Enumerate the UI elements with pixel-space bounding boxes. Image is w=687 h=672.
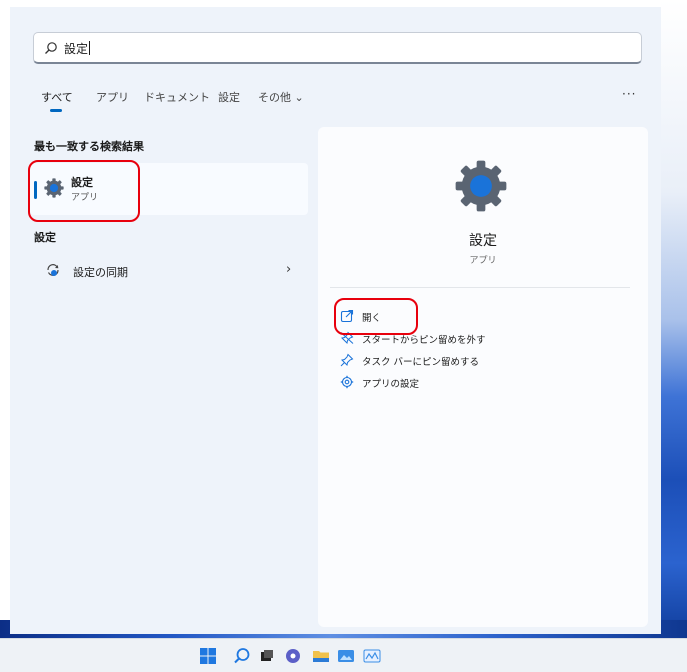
highlight-box — [28, 160, 140, 222]
tab-apps[interactable]: アプリ — [96, 89, 129, 105]
tab-settings[interactable]: 設定 — [218, 89, 240, 105]
active-tab-indicator — [50, 109, 62, 112]
action-app-settings[interactable]: アプリの設定 — [340, 372, 630, 394]
windows-start-icon[interactable] — [199, 647, 217, 665]
pin-icon — [340, 353, 354, 367]
search-icon — [45, 42, 57, 54]
divider — [330, 287, 630, 288]
tab-all[interactable]: すべて — [41, 89, 73, 105]
task-view-icon[interactable] — [258, 647, 276, 665]
action-app-settings-label: アプリの設定 — [362, 379, 420, 390]
text-caret — [89, 41, 91, 55]
more-options-button[interactable]: ··· — [622, 87, 636, 101]
sync-icon — [47, 264, 59, 276]
chevron-right-icon: › — [286, 262, 292, 277]
best-match-heading: 最も一致する検索結果 — [34, 140, 144, 153]
search-icon[interactable] — [233, 647, 251, 665]
settings-section-heading: 設定 — [34, 231, 56, 244]
list-item-settings-sync[interactable]: 設定の同期 › — [30, 257, 308, 285]
search-query: 設定 — [64, 41, 91, 56]
app-icon[interactable] — [363, 647, 381, 665]
highlight-box — [334, 298, 418, 335]
action-pin-taskbar[interactable]: タスク バーにピン留めする — [340, 350, 630, 372]
preview-subtitle: アプリ — [469, 256, 497, 266]
search-input[interactable]: 設定 — [33, 32, 642, 64]
wallpaper-edge — [661, 0, 687, 640]
tab-more[interactable]: その他 ⌄ — [258, 89, 304, 105]
start-search-panel: 設定 すべて アプリ ドキュメント 設定 その他 ⌄ ··· 最も一致する検索結… — [10, 7, 661, 634]
taskbar — [0, 638, 687, 672]
chat-icon[interactable] — [284, 647, 302, 665]
photos-icon[interactable] — [337, 647, 355, 665]
preview-title: 設定 — [469, 233, 497, 249]
settings-sync-label: 設定の同期 — [73, 266, 128, 279]
preview-pane: 設定 アプリ 開く スタートからピン留めを外す タスク バーにピン留めする アプ… — [318, 127, 648, 627]
tab-documents[interactable]: ドキュメント — [144, 89, 210, 105]
gear-icon — [340, 375, 354, 389]
action-pin-label: タスク バーにピン留めする — [362, 357, 480, 368]
gear-icon — [455, 160, 507, 212]
file-explorer-icon[interactable] — [312, 647, 330, 665]
